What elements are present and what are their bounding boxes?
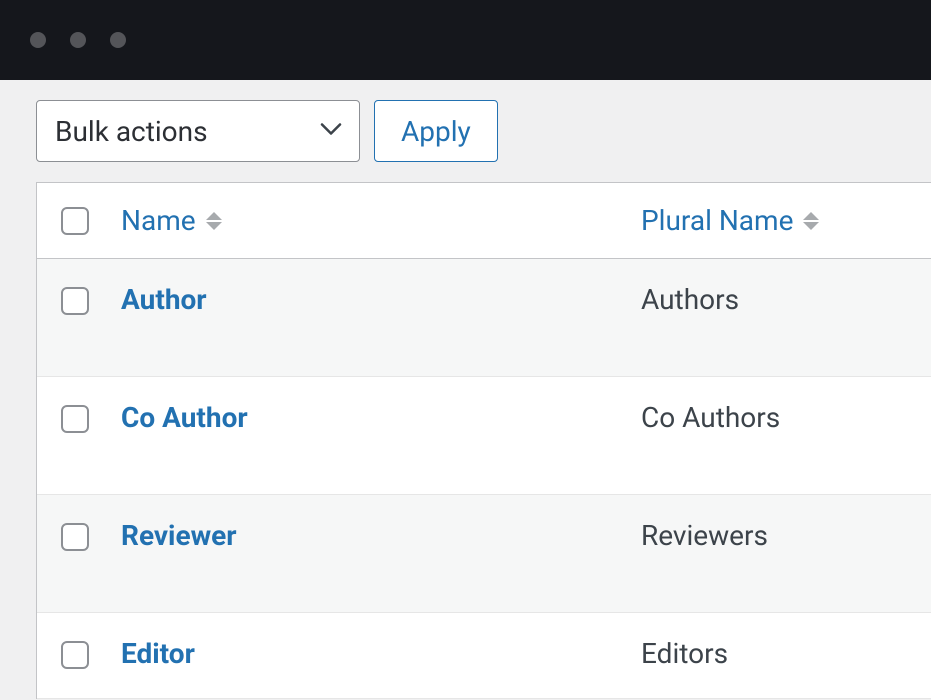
- apply-button[interactable]: Apply: [374, 100, 498, 162]
- bulk-actions-select-wrap: Bulk actions: [36, 100, 360, 162]
- table-row: Reviewer Reviewers: [37, 495, 931, 613]
- column-name-label: Name: [121, 204, 196, 237]
- select-all-checkbox[interactable]: [61, 207, 89, 235]
- row-title-link[interactable]: Editor: [121, 637, 195, 670]
- column-header-plural: Plural Name: [641, 204, 908, 237]
- sort-by-plural[interactable]: Plural Name: [641, 204, 819, 237]
- row-title-link[interactable]: Author: [121, 283, 207, 316]
- row-checkbox[interactable]: [61, 641, 89, 669]
- row-checkbox[interactable]: [61, 405, 89, 433]
- window-titlebar: [0, 0, 931, 80]
- window-maximize-dot[interactable]: [110, 32, 126, 48]
- row-checkbox[interactable]: [61, 523, 89, 551]
- row-title-link[interactable]: Reviewer: [121, 519, 237, 552]
- table-row: Co Author Co Authors: [37, 377, 931, 495]
- row-plural-text: Authors: [641, 283, 739, 316]
- row-plural-text: Editors: [641, 637, 728, 670]
- row-checkbox[interactable]: [61, 287, 89, 315]
- table-header: Name Plural Name: [37, 183, 931, 259]
- items-table: Name Plural Name Autho: [36, 182, 931, 699]
- sort-by-name[interactable]: Name: [121, 204, 222, 237]
- column-header-name: Name: [121, 204, 641, 237]
- table-row: Editor Editors: [37, 613, 931, 699]
- column-checkbox: [61, 207, 121, 235]
- content-area: Bulk actions Apply Name: [0, 80, 931, 699]
- sort-icon: [206, 212, 222, 230]
- bulk-actions-select[interactable]: Bulk actions: [36, 100, 360, 162]
- column-plural-label: Plural Name: [641, 204, 793, 237]
- sort-icon: [803, 212, 819, 230]
- table-row: Author Authors: [37, 259, 931, 377]
- window-close-dot[interactable]: [30, 32, 46, 48]
- row-plural-text: Reviewers: [641, 519, 768, 552]
- bulk-actions-toolbar: Bulk actions Apply: [36, 100, 931, 162]
- row-plural-text: Co Authors: [641, 401, 780, 434]
- window-minimize-dot[interactable]: [70, 32, 86, 48]
- row-title-link[interactable]: Co Author: [121, 401, 248, 434]
